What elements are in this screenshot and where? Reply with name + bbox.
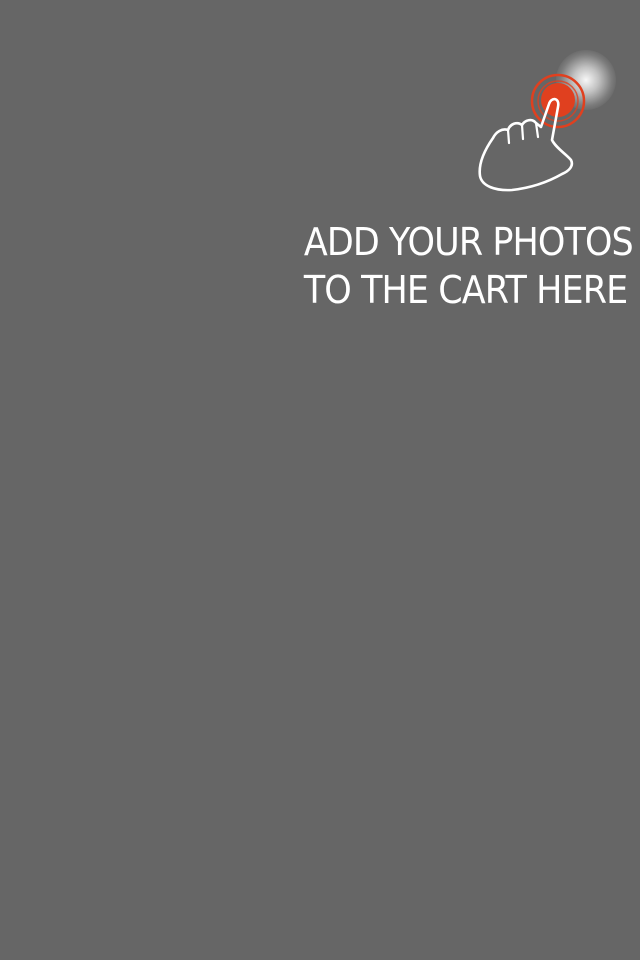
hint-line-2: TO THE CART HERE	[303, 268, 628, 312]
pointing-hand-icon	[478, 73, 586, 192]
hint-line-1: ADD YOUR PHOTOS	[303, 220, 634, 264]
add-to-cart-hint: ADD YOUR PHOTOS TO THE CART HERE	[303, 218, 634, 314]
tutorial-overlay[interactable]: ADD YOUR PHOTOS TO THE CART HERE	[0, 0, 640, 960]
